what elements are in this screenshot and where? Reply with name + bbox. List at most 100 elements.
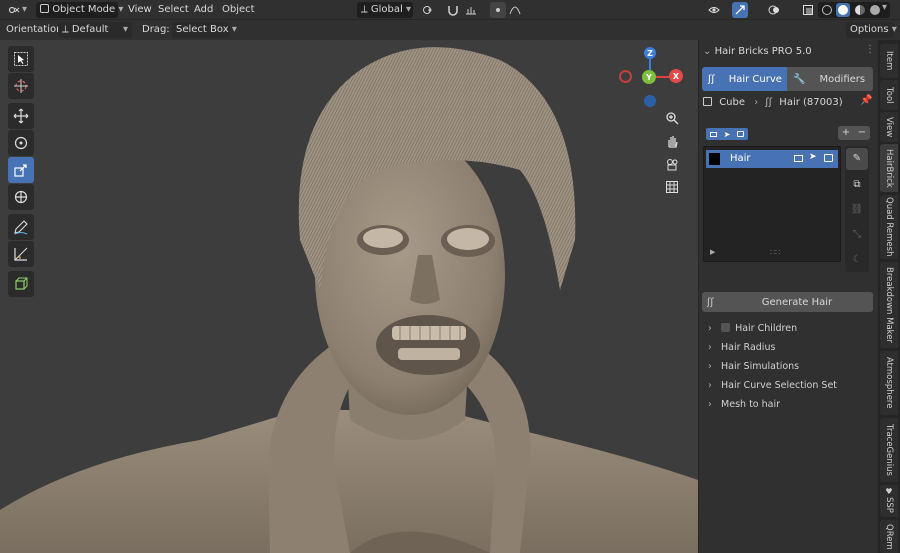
tab-breakdown-maker[interactable]: Breakdown Maker (880, 262, 898, 348)
annotate-tool[interactable] (8, 214, 34, 240)
measure-tool[interactable] (8, 241, 34, 267)
duplicate-button[interactable]: ⧉ (846, 174, 868, 196)
mode-dropdown[interactable]: Object Mode ▾ (36, 2, 123, 18)
tab-quad-remesh[interactable]: Quad Remesh (880, 195, 898, 259)
list-item[interactable]: Hair ➤ (706, 150, 838, 168)
object-mode-icon (40, 4, 49, 13)
list-filter-toggles[interactable]: ➤ (706, 128, 748, 140)
panel-title: Hair Bricks PRO 5.0 (714, 46, 812, 57)
generate-hair-button[interactable]: ʃʃ Generate Hair (702, 292, 873, 312)
tab-modifiers[interactable]: 🔧 Modifiers (787, 67, 873, 91)
section-mesh-to-hair[interactable]: › Mesh to hair (708, 396, 780, 414)
menu-select[interactable]: Select (158, 2, 189, 18)
gizmo-toggle-button[interactable] (732, 2, 748, 18)
3d-viewport[interactable]: Z Y X (0, 40, 698, 553)
wireframe-shading-icon[interactable] (822, 5, 832, 15)
sidebar-tabs: Item Tool View HairBrick Quad Remesh Bre… (878, 40, 900, 553)
options-dropdown[interactable]: Options ▾ (846, 22, 897, 38)
visibility-button[interactable] (706, 2, 722, 18)
monitor-icon[interactable] (794, 155, 803, 162)
options-label: Options (850, 24, 889, 35)
perspective-toggle-button[interactable] (662, 177, 682, 197)
moon-button[interactable]: ☾ (846, 249, 868, 271)
pin-icon[interactable]: 📌 (860, 95, 872, 106)
orientation-dropdown[interactable]: ⟂ Default ▾ (58, 22, 132, 38)
gizmo-x-line (656, 76, 670, 78)
chevron-right-icon: › (708, 342, 712, 353)
tab-tracegenius[interactable]: TraceGenius (880, 418, 898, 482)
add-cube-tool[interactable] (8, 271, 34, 297)
resize-icon: ⤡ (853, 229, 861, 240)
camera-icon (737, 131, 745, 137)
select-box-tool[interactable] (8, 46, 34, 72)
hand-icon (668, 136, 678, 148)
tab-tool[interactable]: Tool (880, 80, 898, 110)
remove-button[interactable]: − (854, 126, 870, 140)
camera-view-button[interactable] (662, 154, 682, 174)
cursor-tool[interactable] (8, 73, 34, 99)
tab-label: Atmosphere (884, 357, 894, 409)
add-button[interactable]: + (838, 126, 854, 140)
overlays-button[interactable] (766, 2, 782, 18)
rendered-shading-icon[interactable] (870, 5, 880, 15)
tab-hair-curve-label: Hair Curve (728, 73, 782, 85)
chevron-down-icon: ▾ (231, 24, 237, 35)
brush-button[interactable]: ✎ (846, 148, 868, 170)
panel-header[interactable]: ⌄ Hair Bricks PRO 5.0 (703, 44, 812, 60)
gizmo-neg-z[interactable] (644, 95, 656, 107)
rotate-tool[interactable] (8, 130, 34, 156)
section-hair-children[interactable]: › Hair Children (708, 320, 797, 338)
proportional-edit-button[interactable] (490, 2, 506, 18)
cursor-arrow-icon[interactable]: ➤ (809, 152, 817, 162)
tab-ssp[interactable]: ♥ SSP (880, 485, 898, 517)
gizmo-y-axis[interactable]: Y (642, 70, 656, 84)
falloff-button[interactable] (507, 2, 523, 18)
link-button[interactable]: ⛓ (846, 199, 868, 221)
snap-target-button[interactable] (463, 2, 479, 18)
mode-label: Object Mode (52, 4, 116, 15)
material-shading-icon[interactable] (855, 5, 865, 15)
hair-children-checkbox[interactable] (721, 323, 731, 332)
xray-button[interactable] (800, 2, 816, 18)
hair-curve-icon: ʃʃ (707, 296, 714, 308)
section-hair-simulations[interactable]: › Hair Simulations (708, 358, 799, 376)
transform-orientation-dropdown[interactable]: ⟂ Global ▾ (357, 2, 413, 18)
scale-tool[interactable] (8, 157, 34, 183)
menu-object[interactable]: Object (222, 2, 255, 18)
gizmo-neg-x[interactable] (619, 70, 632, 83)
tab-view[interactable]: View (880, 112, 898, 142)
pivot-point-button[interactable] (420, 2, 436, 18)
resize-handle-icon[interactable]: ∷∷ (770, 248, 780, 257)
snap-button[interactable] (445, 2, 461, 18)
section-hair-radius[interactable]: › Hair Radius (708, 339, 775, 357)
drag-dropdown[interactable]: Select Box ▾ (172, 22, 237, 38)
tab-label: Breakdown Maker (884, 266, 894, 344)
tab-hair-curve[interactable]: ʃʃ Hair Curve (702, 67, 787, 91)
move-tool[interactable] (8, 103, 34, 129)
expand-triangle-icon[interactable]: ▶ (710, 248, 715, 256)
tab-item[interactable]: Item (880, 44, 898, 78)
cursor-select-icon (14, 52, 28, 66)
solid-shading-icon (838, 5, 848, 15)
editor-type-button[interactable] (6, 2, 22, 18)
section-hair-curve-selection-set[interactable]: › Hair Curve Selection Set (708, 377, 837, 395)
tab-hairbrick[interactable]: HairBrick (880, 144, 898, 192)
tab-label: HairBrick (884, 148, 894, 188)
orientation-axes-icon: ⟂ (62, 24, 69, 35)
tab-atmosphere[interactable]: Atmosphere (880, 351, 898, 415)
camera-icon[interactable] (824, 154, 833, 162)
pan-button[interactable] (662, 131, 682, 151)
menu-add[interactable]: Add (194, 2, 213, 18)
chevron-down-icon[interactable]: ▾ (882, 2, 887, 13)
cube-object-icon (703, 97, 712, 106)
resize-button[interactable]: ⤡ (846, 224, 868, 246)
tab-qrem[interactable]: QRem (880, 520, 898, 553)
gizmo-x-axis[interactable]: X (669, 69, 683, 83)
menu-view[interactable]: View (128, 2, 152, 18)
hair-list[interactable]: Hair ➤ ▶ ∷∷ (703, 146, 841, 262)
object-name: Cube (719, 97, 746, 108)
solid-shading-button[interactable] (836, 3, 850, 17)
gizmo-z-axis[interactable]: Z (644, 47, 656, 59)
transform-tool[interactable] (8, 184, 34, 210)
zoom-button[interactable] (662, 108, 682, 128)
